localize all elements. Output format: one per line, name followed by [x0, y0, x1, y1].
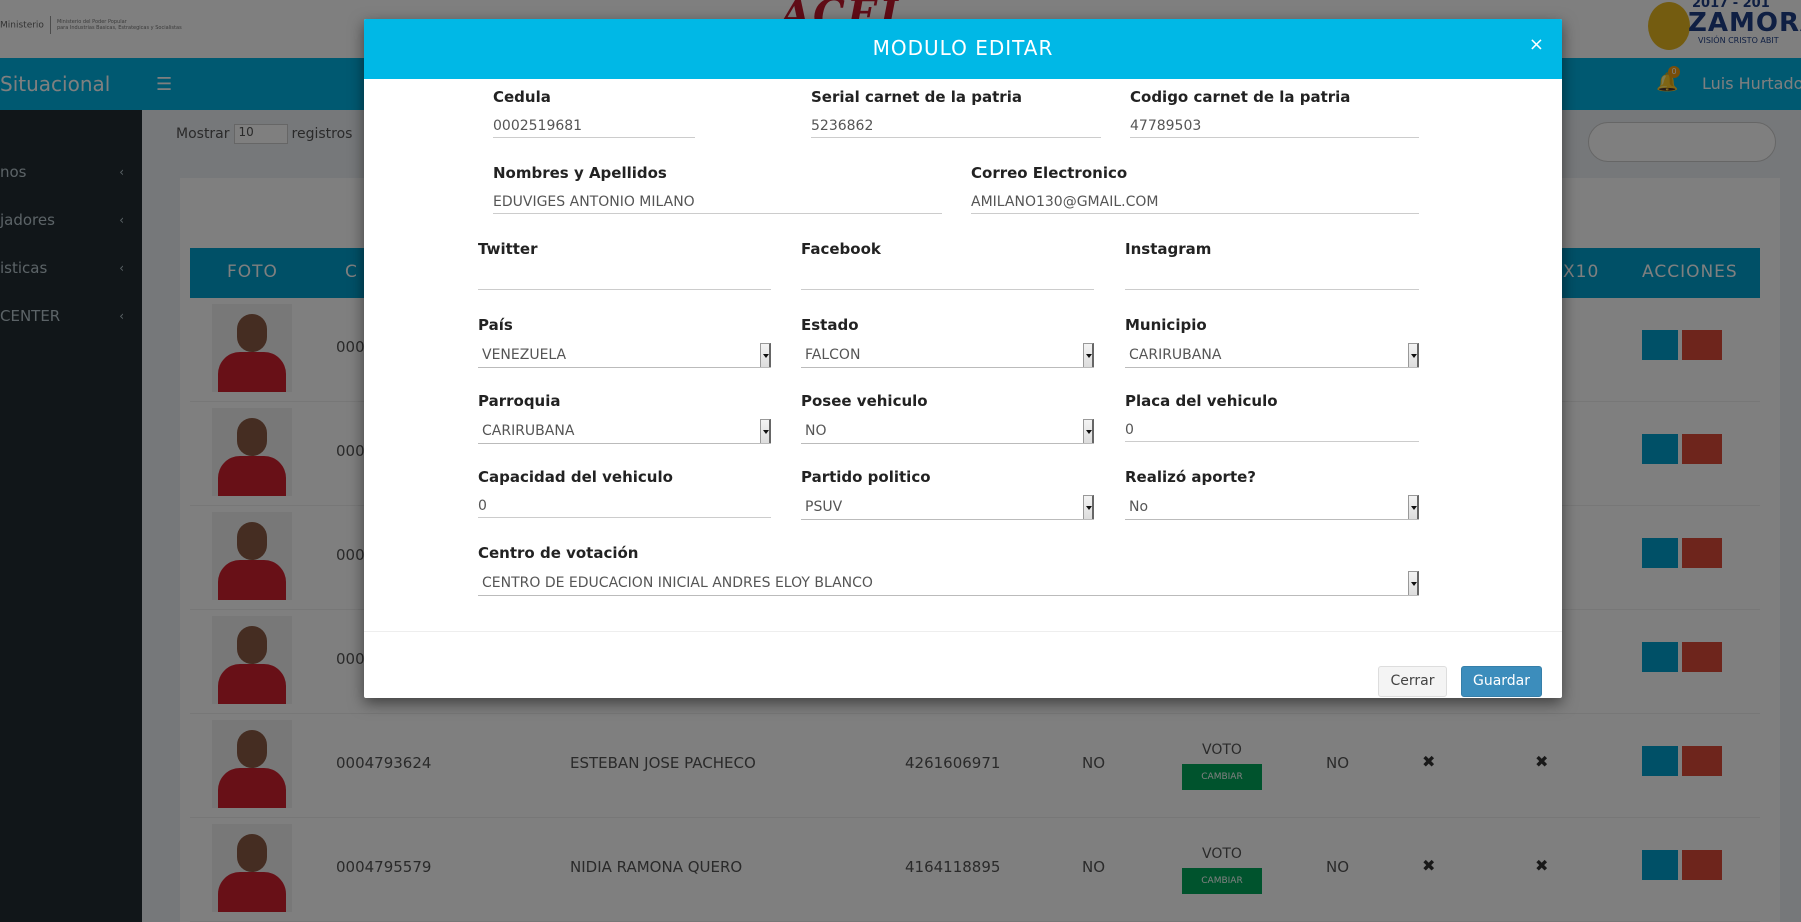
pais-select[interactable]: VENEZUELA	[478, 342, 771, 368]
parroquia-label: Parroquia	[478, 392, 561, 410]
municipio-label: Municipio	[1125, 316, 1207, 334]
dropdown-arrow-icon[interactable]	[1408, 571, 1419, 595]
parroquia-selected-value: CARIRUBANA	[482, 423, 575, 439]
estado-label: Estado	[801, 316, 859, 334]
modal-footer: Cerrar Guardar	[364, 631, 1562, 698]
posee-vehiculo-label: Posee vehiculo	[801, 392, 928, 410]
pais-selected-value: VENEZUELA	[482, 347, 567, 363]
instagram-field[interactable]	[1125, 266, 1419, 290]
modal-title: MODULO EDITAR	[872, 36, 1054, 60]
nombres-field[interactable]: EDUVIGES ANTONIO MILANO	[493, 190, 942, 214]
guardar-button[interactable]: Guardar	[1461, 666, 1542, 697]
facebook-label: Facebook	[801, 240, 881, 258]
dropdown-arrow-icon[interactable]	[760, 343, 771, 367]
cerrar-button[interactable]: Cerrar	[1378, 666, 1447, 697]
centro-votacion-select[interactable]: CENTRO DE EDUCACION INICIAL ANDRES ELOY …	[478, 570, 1419, 596]
twitter-label: Twitter	[478, 240, 538, 258]
partido-label: Partido politico	[801, 468, 931, 486]
cedula-label: Cedula	[493, 88, 551, 106]
dropdown-arrow-icon[interactable]	[1083, 495, 1094, 519]
serial-carnet-label: Serial carnet de la patria	[811, 88, 1022, 106]
instagram-label: Instagram	[1125, 240, 1212, 258]
email-field[interactable]: AMILANO130@GMAIL.COM	[971, 190, 1419, 214]
estado-selected-value: FALCON	[805, 347, 861, 363]
capacidad-field[interactable]: 0	[478, 494, 771, 518]
nombres-label: Nombres y Apellidos	[493, 164, 667, 182]
dropdown-arrow-icon[interactable]	[1408, 495, 1419, 519]
aporte-select[interactable]: No	[1125, 494, 1419, 520]
municipio-selected-value: CARIRUBANA	[1129, 347, 1222, 363]
codigo-carnet-label: Codigo carnet de la patria	[1130, 88, 1351, 106]
posee-vehiculo-selected-value: NO	[805, 423, 827, 439]
aporte-selected-value: No	[1129, 499, 1149, 515]
modal-header: MODULO EDITAR ×	[364, 19, 1562, 79]
placa-field[interactable]: 0	[1125, 418, 1419, 442]
dropdown-arrow-icon[interactable]	[1083, 419, 1094, 443]
dropdown-arrow-icon[interactable]	[760, 419, 771, 443]
correo-label: Correo Electronico	[971, 164, 1128, 182]
parroquia-select[interactable]: CARIRUBANA	[478, 418, 771, 444]
dropdown-arrow-icon[interactable]	[1083, 343, 1094, 367]
serial-carnet-field[interactable]: 5236862	[811, 114, 1101, 138]
partido-select[interactable]: PSUV	[801, 494, 1094, 520]
edit-modal: MODULO EDITAR × Cedula 0002519681 Serial…	[364, 19, 1562, 698]
posee-vehiculo-select[interactable]: NO	[801, 418, 1094, 444]
centro-votacion-selected-value: CENTRO DE EDUCACION INICIAL ANDRES ELOY …	[482, 575, 873, 591]
facebook-field[interactable]	[801, 266, 1094, 290]
centro-votacion-label: Centro de votación	[478, 544, 639, 562]
codigo-carnet-field[interactable]: 47789503	[1130, 114, 1419, 138]
capacidad-label: Capacidad del vehiculo	[478, 468, 673, 486]
twitter-field[interactable]	[478, 266, 771, 290]
municipio-select[interactable]: CARIRUBANA	[1125, 342, 1419, 368]
partido-selected-value: PSUV	[805, 499, 843, 515]
aporte-label: Realizó aporte?	[1125, 468, 1256, 486]
close-icon[interactable]: ×	[1529, 34, 1544, 55]
placa-label: Placa del vehiculo	[1125, 392, 1278, 410]
pais-label: País	[478, 316, 513, 334]
estado-select[interactable]: FALCON	[801, 342, 1094, 368]
cedula-field[interactable]: 0002519681	[493, 114, 695, 138]
dropdown-arrow-icon[interactable]	[1408, 343, 1419, 367]
